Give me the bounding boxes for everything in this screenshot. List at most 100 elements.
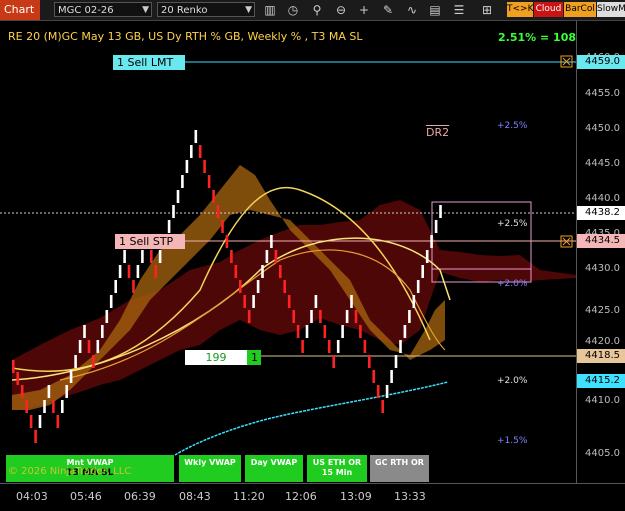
renko-brick [194,130,198,143]
renko-brick [20,385,24,398]
strategy-icon[interactable]: ▤ [427,2,443,18]
renko-brick [87,340,91,353]
renko-brick [430,235,433,248]
renko-brick [185,160,189,173]
renko-brick [61,400,64,413]
renko-brick [359,325,362,338]
renko-brick [301,340,304,353]
wkly-vwap-button[interactable]: Wkly VWAP [179,455,241,482]
renko-brick [198,145,202,158]
cyan-price-badge: 4415.2 [577,374,625,388]
properties-icon[interactable]: ☰ [451,2,467,18]
renko-brick [118,265,122,278]
renko-brick [92,355,95,368]
renko-brick [323,325,327,338]
bars-icon[interactable]: ▥ [262,2,278,18]
price-tick: 4420.0 [585,336,620,347]
gc-rth-or-button[interactable]: GC RTH OR [370,455,429,482]
renko-brick [327,340,331,353]
renko-brick [221,220,224,233]
renko-brick [381,400,384,413]
sell-stp-order-label[interactable]: 1 Sell STP [115,234,185,249]
barcol-button[interactable]: BarCol [564,2,596,17]
time-tick: 11:20 [233,490,265,503]
zoom-icon[interactable]: ⚲ [309,2,325,18]
crosshair-icon[interactable]: + [356,2,372,18]
renko-brick [114,280,117,293]
price-tick: 4445.0 [585,158,620,169]
renko-brick [256,280,260,293]
chart-tab[interactable]: Chart [0,0,40,20]
renko-brick [247,310,251,323]
renko-brick [207,175,211,188]
renko-brick [292,310,295,323]
bar-type-select[interactable]: 20 Renko ▼ [157,2,255,17]
renko-brick [216,205,220,218]
renko-brick [83,325,86,338]
renko-brick [416,280,420,293]
pct-label: +2.5% [497,121,528,131]
price-tick: 4405.0 [585,448,620,459]
renko-brick [132,280,135,293]
renko-brick [56,415,60,428]
price-tick: 4450.0 [585,123,620,134]
price-tick: 4455.0 [585,88,620,99]
renko-brick [439,205,442,218]
sell-lmt-price-badge: 4459.0 [577,55,625,69]
price-tick: 4425.0 [585,305,620,316]
renko-brick [385,385,389,398]
renko-brick [176,190,180,203]
renko-brick [96,340,100,353]
tk-button[interactable]: T<>K [507,2,533,17]
renko-brick [390,370,393,383]
chevron-down-icon: ▼ [142,5,149,15]
pct-label: +2.0% [497,376,528,386]
renko-brick [305,325,309,338]
renko-brick [101,325,104,338]
zoom-out-icon[interactable]: ⊖ [333,2,349,18]
cyan-vwap-line [174,381,449,456]
renko-brick [203,160,206,173]
renko-brick [172,205,175,218]
price-tick: 4410.0 [585,395,620,406]
renko-brick [394,355,398,368]
renko-brick [212,190,215,203]
bars-icon[interactable]: ⊞ [479,2,495,18]
renko-brick [150,250,153,263]
sell-lmt-order-label[interactable]: 1 Sell LMT [113,55,185,70]
position-pnl-label[interactable]: 199 [185,350,247,365]
cloud-button[interactable]: Cloud [534,2,563,17]
renko-brick [425,250,429,263]
renko-brick [38,415,42,428]
price-tick: 4430.0 [585,263,620,274]
percent-readout: 2.51% = 108.6 [498,31,588,44]
renko-brick [336,340,340,353]
position-price-badge: 4418.5 [577,349,625,363]
instrument-select[interactable]: MGC 02-26 ▼ [54,2,152,17]
renko-brick [319,310,322,323]
renko-brick [399,340,402,353]
renko-brick [105,310,109,323]
renko-brick [16,372,19,385]
position-qty-label[interactable]: 1 [247,350,261,365]
draw-icon[interactable]: ✎ [380,2,396,18]
chart-title: RE 20 (M)GC May 13 GB, US Dy RTH % GB, W… [8,30,363,43]
renko-brick [69,370,73,383]
renko-brick [341,325,344,338]
renko-brick [287,295,291,308]
instrument-value: MGC 02-26 [58,5,114,16]
renko-brick [136,265,140,278]
bar-type-value: 20 Renko [161,5,208,16]
renko-brick [243,295,246,308]
indicator-icon[interactable]: ∿ [404,2,420,18]
price-chart-plot[interactable] [0,21,576,483]
renko-brick [368,355,371,368]
renko-brick [314,295,318,308]
renko-brick [239,280,242,293]
us-eth-or-button[interactable]: US ETH OR 15 Min [307,455,367,482]
chart-toolbar: Chart MGC 02-26 ▼ 20 Renko ▼ ▥ ◷ ⚲ ⊖ + ✎… [0,0,625,21]
clock-icon[interactable]: ◷ [285,2,301,18]
slowm-button[interactable]: SlowM [597,2,625,17]
pct-label: +2.0% [497,279,528,289]
day-vwap-button[interactable]: Day VWAP [245,455,303,482]
